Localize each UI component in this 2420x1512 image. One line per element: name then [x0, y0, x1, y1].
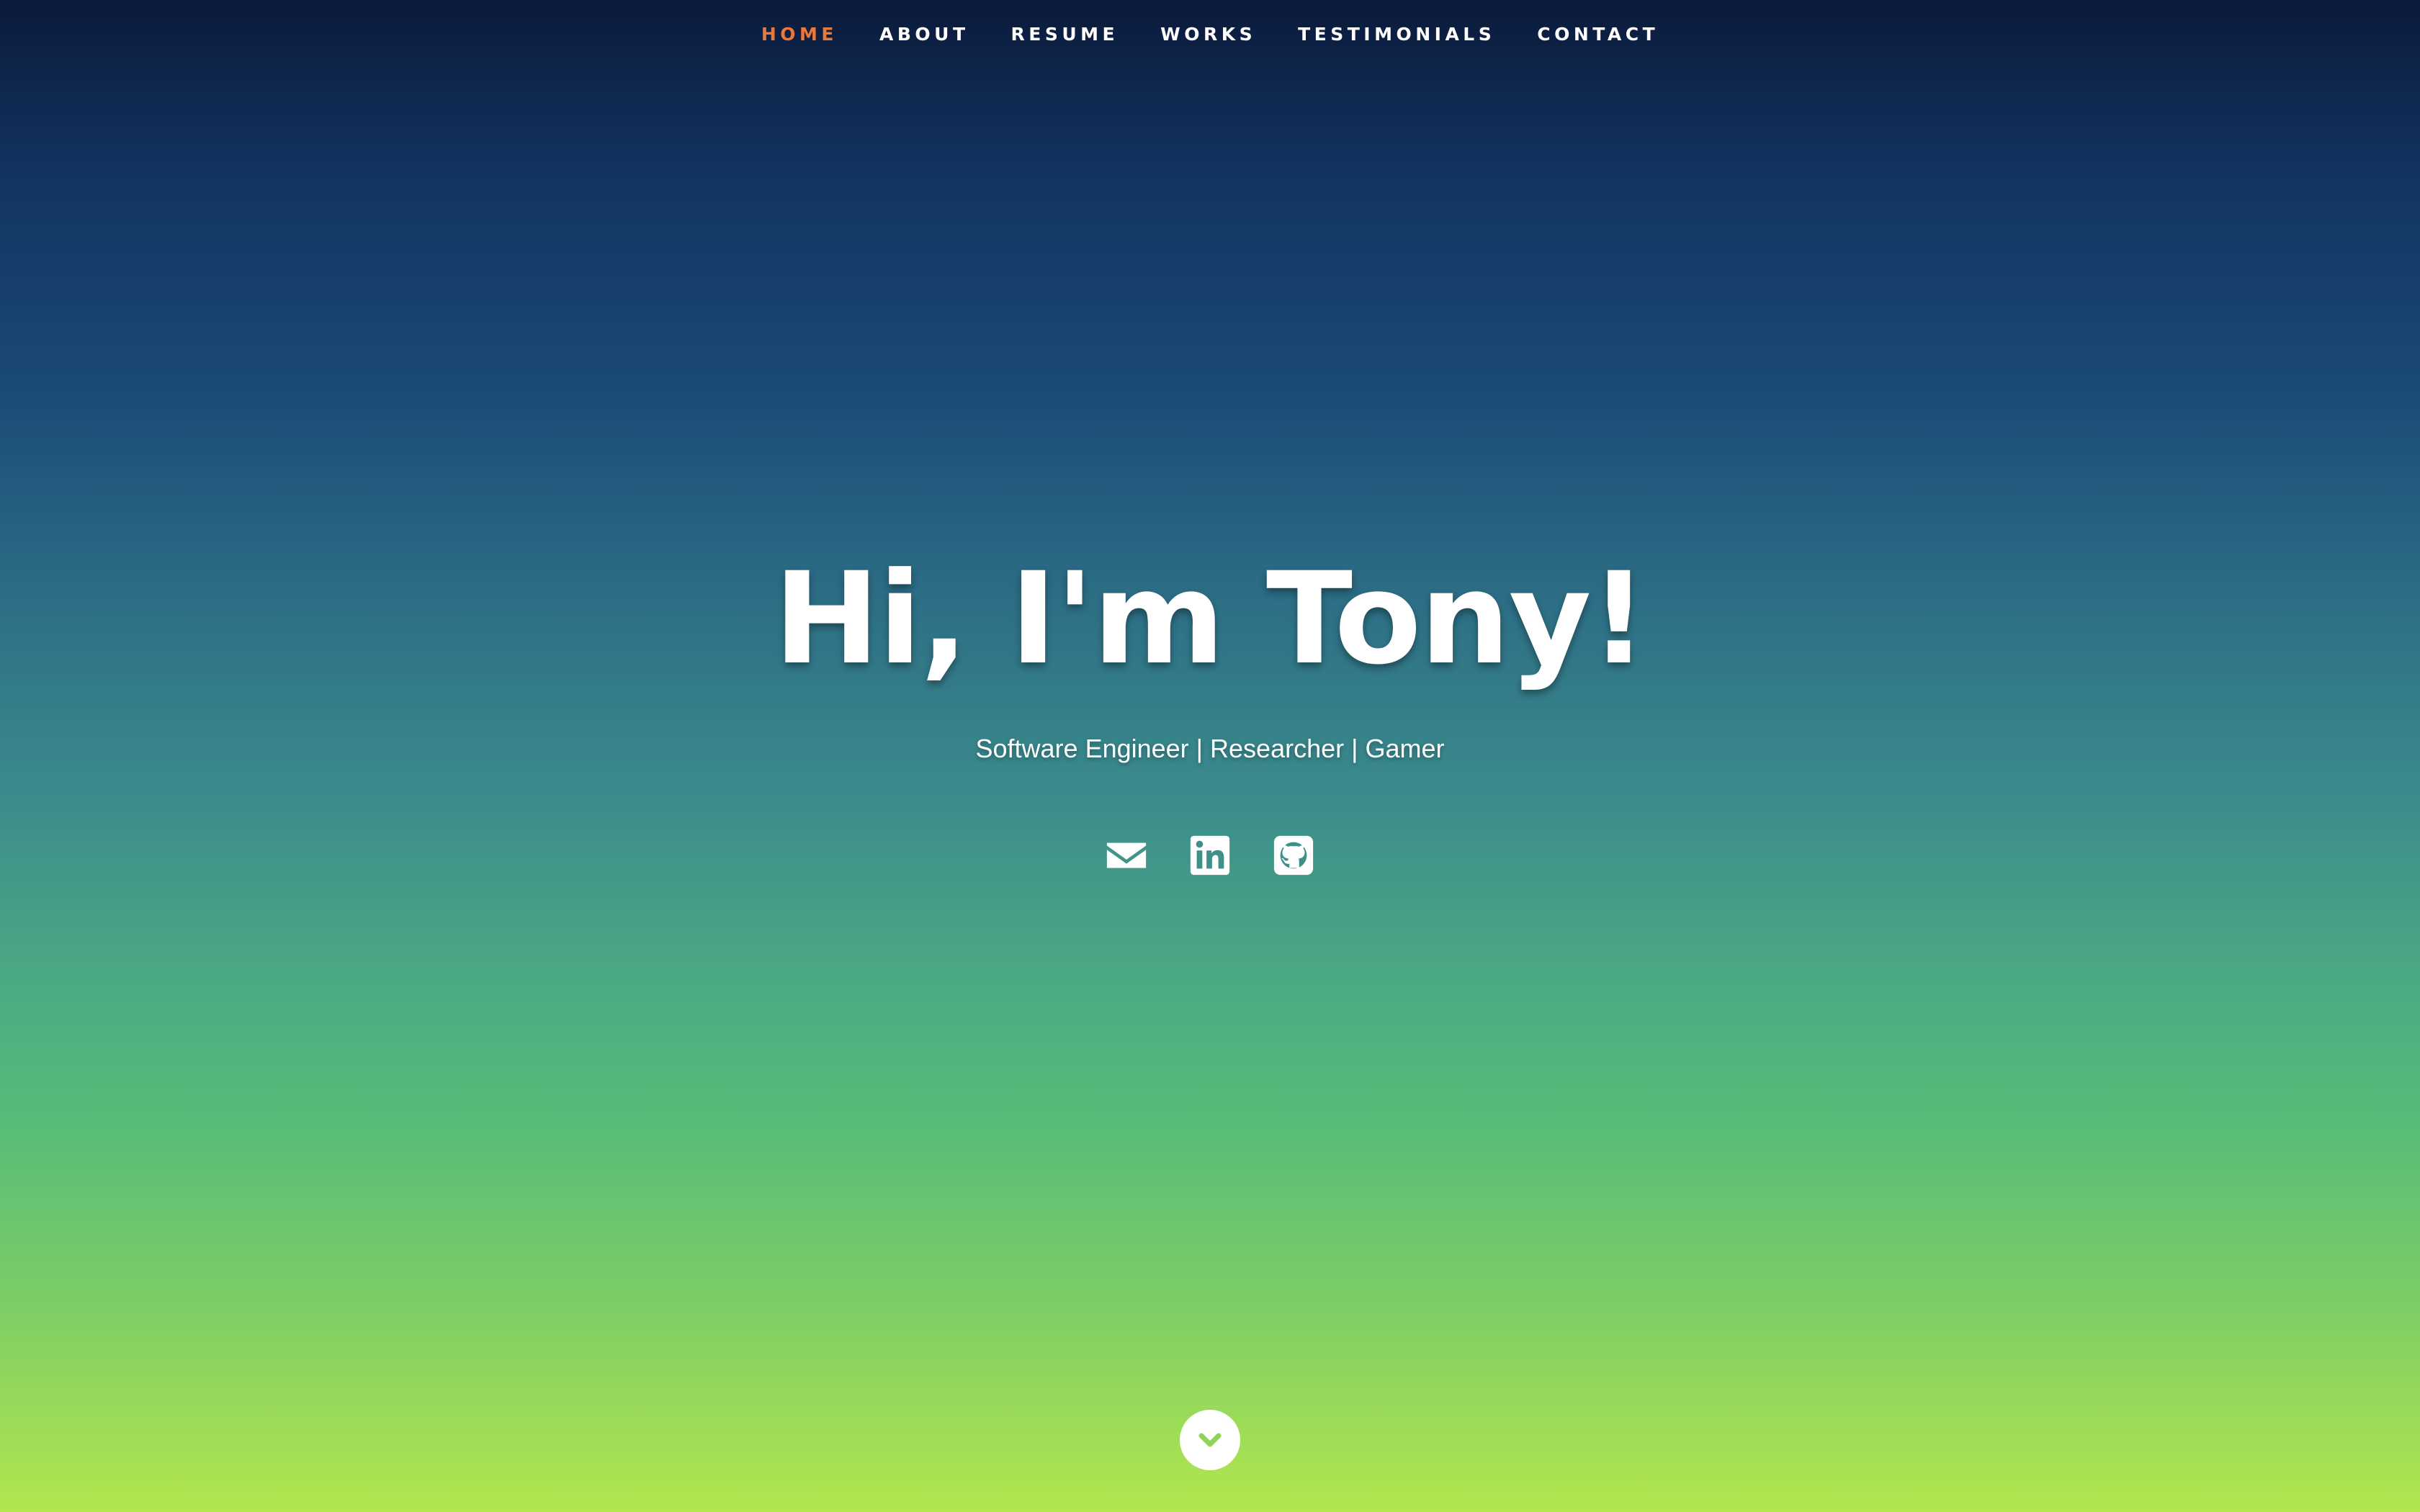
nav-item-contact[interactable]: CONTACT — [1534, 18, 1662, 50]
hero-subtitle: Software Engineer | Researcher | Gamer — [975, 734, 1445, 763]
hero-title: Hi, I'm Tony! — [774, 545, 1648, 693]
nav-item-works[interactable]: WORKS — [1157, 18, 1259, 50]
linkedin-icon — [1190, 835, 1230, 876]
social-links — [0, 832, 2420, 878]
envelope-icon — [1106, 842, 1147, 868]
main-navigation: HOME ABOUT RESUME WORKS TESTIMONIALS CON… — [0, 0, 2420, 68]
nav-item-home[interactable]: HOME — [758, 18, 841, 50]
scroll-down-button[interactable] — [1180, 1410, 1240, 1470]
nav-item-resume[interactable]: RESUME — [1008, 18, 1122, 50]
chevron-down-icon — [1198, 1433, 1222, 1447]
github-icon — [1273, 835, 1314, 876]
email-link[interactable] — [1104, 832, 1149, 878]
nav-item-testimonials[interactable]: TESTIMONIALS — [1295, 18, 1498, 50]
github-link[interactable] — [1271, 832, 1316, 878]
linkedin-link[interactable] — [1188, 832, 1232, 878]
nav-item-about[interactable]: ABOUT — [877, 18, 972, 50]
